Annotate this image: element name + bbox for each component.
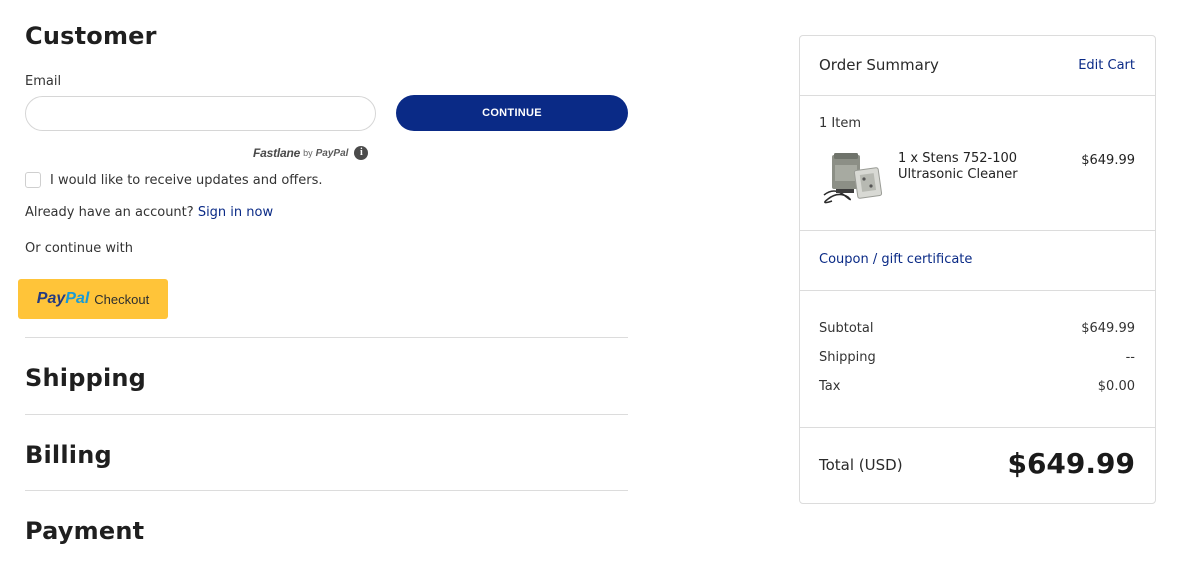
order-summary-header: Order Summary Edit Cart [800, 36, 1155, 96]
product-price: $649.99 [1081, 153, 1135, 168]
tax-label: Tax [819, 379, 841, 394]
coupon-gift-certificate-link[interactable]: Coupon / gift certificate [819, 252, 972, 267]
updates-checkbox[interactable] [25, 172, 41, 188]
paypal-logo-pal: Pal [65, 290, 90, 307]
sign-in-link[interactable]: Sign in now [198, 205, 273, 220]
tax-row: Tax $0.00 [819, 379, 1135, 394]
grand-total: Total (USD) $649.99 [800, 428, 1155, 504]
coupon-section: Coupon / gift certificate [800, 231, 1155, 291]
account-prompt-text: Already have an account? [25, 205, 194, 220]
customer-heading: Customer [25, 22, 157, 50]
paypal-checkout-button[interactable]: PayPal Checkout [18, 279, 168, 319]
order-items: 1 Item 1 x Stens 752-100 Ultrasonic Clea… [800, 96, 1155, 231]
order-summary: Order Summary Edit Cart 1 Item 1 x Stens… [799, 35, 1156, 504]
edit-cart-link[interactable]: Edit Cart [1078, 58, 1135, 73]
section-divider [25, 490, 628, 491]
subtotal-label: Subtotal [819, 321, 874, 336]
shipping-row: Shipping -- [819, 350, 1135, 365]
tax-value: $0.00 [1097, 379, 1135, 394]
shipping-label: Shipping [819, 350, 876, 365]
paypal-checkout-label: Checkout [94, 291, 150, 307]
fastlane-logo-text: Fastlane [253, 146, 301, 160]
shipping-value: -- [1125, 350, 1135, 365]
updates-option[interactable]: I would like to receive updates and offe… [25, 172, 323, 188]
fastlane-by-paypal-badge: Fastlane by PayPal i [253, 146, 369, 160]
subtotal-row: Subtotal $649.99 [819, 321, 1135, 336]
email-label: Email [25, 74, 62, 89]
account-prompt: Already have an account? Sign in now [25, 205, 273, 220]
subtotal-value: $649.99 [1081, 321, 1135, 336]
order-summary-title: Order Summary [819, 56, 939, 74]
fastlane-paypal-text: PayPal [315, 147, 349, 159]
total-label: Total (USD) [819, 456, 903, 474]
section-divider [25, 337, 628, 338]
billing-heading[interactable]: Billing [25, 441, 112, 469]
paypal-logo-pay: Pay [36, 290, 66, 307]
payment-heading[interactable]: Payment [25, 517, 144, 545]
shipping-heading[interactable]: Shipping [25, 364, 146, 392]
paypal-logo: PayPal [37, 290, 89, 308]
item-count: 1 Item [819, 116, 861, 131]
section-divider [25, 414, 628, 415]
info-icon[interactable]: i [354, 146, 369, 160]
product-name: 1 x Stens 752-100 Ultrasonic Cleaner [898, 151, 1018, 182]
updates-label: I would like to receive updates and offe… [50, 172, 323, 188]
email-field[interactable] [25, 96, 376, 131]
continue-button[interactable]: CONTINUE [396, 95, 628, 131]
product-thumbnail [823, 153, 883, 204]
fastlane-by-text: by [303, 148, 313, 158]
or-continue-text: Or continue with [25, 241, 133, 256]
total-value: $649.99 [1007, 447, 1135, 480]
cart-totals: Subtotal $649.99 Shipping -- Tax $0.00 [800, 291, 1155, 428]
